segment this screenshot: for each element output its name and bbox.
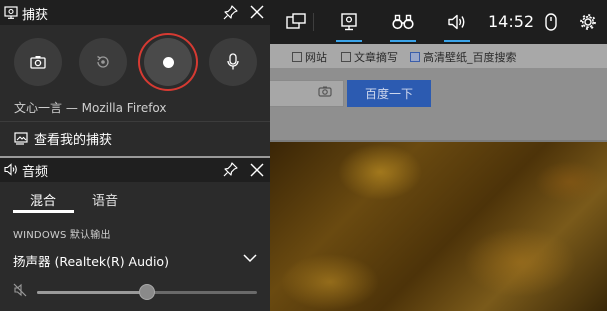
active-tab-indicator	[13, 210, 74, 213]
capture-source-label: 文心一言 — Mozilla Firefox	[14, 101, 167, 115]
camera-monitor-icon	[4, 6, 18, 19]
audio-panel: 音频 混合 语音 WINDOWS 默认输出 扬声器 (Realtek(R) Au…	[0, 158, 270, 311]
capture-panel: 捕获 文心一言 — Mozilla Firefox 查看我的捕获	[0, 0, 270, 156]
mouse-button[interactable]	[542, 0, 560, 44]
clock: 14:52	[488, 12, 535, 31]
search-input[interactable]	[270, 80, 344, 107]
mouse-icon	[545, 13, 557, 31]
capture-widget-icon	[341, 13, 357, 31]
camera-search-icon[interactable]	[318, 86, 332, 97]
speaker-icon	[4, 163, 17, 176]
volume-slider-fill	[37, 291, 147, 294]
microphone-button[interactable]	[209, 38, 257, 86]
widgets-button[interactable]	[284, 0, 308, 44]
audio-panel-header[interactable]: 音频	[0, 158, 270, 182]
background-photo	[270, 142, 607, 311]
bookmark-item[interactable]: 高清壁纸_百度搜索	[410, 49, 517, 65]
tab-voice[interactable]: 语音	[92, 190, 118, 209]
close-icon[interactable]	[250, 163, 264, 177]
chevron-down-icon[interactable]	[242, 252, 258, 264]
capture-panel-header[interactable]: 捕获	[0, 0, 270, 25]
volume-slider-thumb[interactable]	[139, 284, 155, 300]
performance-widget-button[interactable]	[388, 0, 418, 44]
speaker-muted-icon[interactable]	[13, 283, 27, 297]
output-section-label: WINDOWS 默认输出	[13, 230, 111, 241]
active-indicator	[390, 40, 416, 42]
replay-icon	[97, 55, 109, 68]
bookmark-item[interactable]: 网站	[292, 49, 327, 65]
widgets-icon	[286, 13, 306, 29]
camera-icon	[30, 56, 46, 69]
view-captures-link[interactable]: 查看我的捕获	[14, 129, 112, 148]
output-device-select[interactable]: 扬声器 (Realtek(R) Audio)	[13, 251, 169, 270]
pin-icon[interactable]	[223, 5, 238, 20]
folder-icon	[292, 52, 302, 62]
audio-panel-title: 音频	[22, 165, 49, 180]
game-bar-top-strip: 14:52	[270, 0, 607, 44]
audio-widget-icon	[448, 14, 465, 30]
settings-button[interactable]	[577, 0, 599, 44]
microphone-icon	[227, 53, 239, 70]
separator	[313, 13, 314, 31]
divider	[0, 121, 270, 122]
audio-widget-button[interactable]	[442, 0, 472, 44]
gallery-icon	[14, 132, 28, 145]
close-icon[interactable]	[250, 5, 264, 19]
paw-icon	[410, 52, 420, 62]
active-indicator	[444, 40, 470, 42]
active-indicator	[336, 40, 362, 42]
bookmarks-bar: 网站 文章摘写 高清壁纸_百度搜索	[270, 44, 607, 68]
record-last-30s-button[interactable]	[79, 38, 127, 86]
screenshot-button[interactable]	[14, 38, 62, 86]
search-button[interactable]: 百度一下	[347, 80, 431, 107]
capture-widget-button[interactable]	[334, 0, 364, 44]
binoculars-icon	[392, 14, 414, 30]
bookmark-item[interactable]: 文章摘写	[341, 49, 398, 65]
capture-panel-title: 捕获	[22, 8, 49, 23]
view-captures-label: 查看我的捕获	[34, 133, 113, 148]
highlight-ring	[138, 33, 198, 91]
pin-icon[interactable]	[223, 162, 238, 177]
gear-icon	[580, 14, 596, 30]
tab-mix[interactable]: 混合	[30, 190, 56, 209]
folder-icon	[341, 52, 351, 62]
